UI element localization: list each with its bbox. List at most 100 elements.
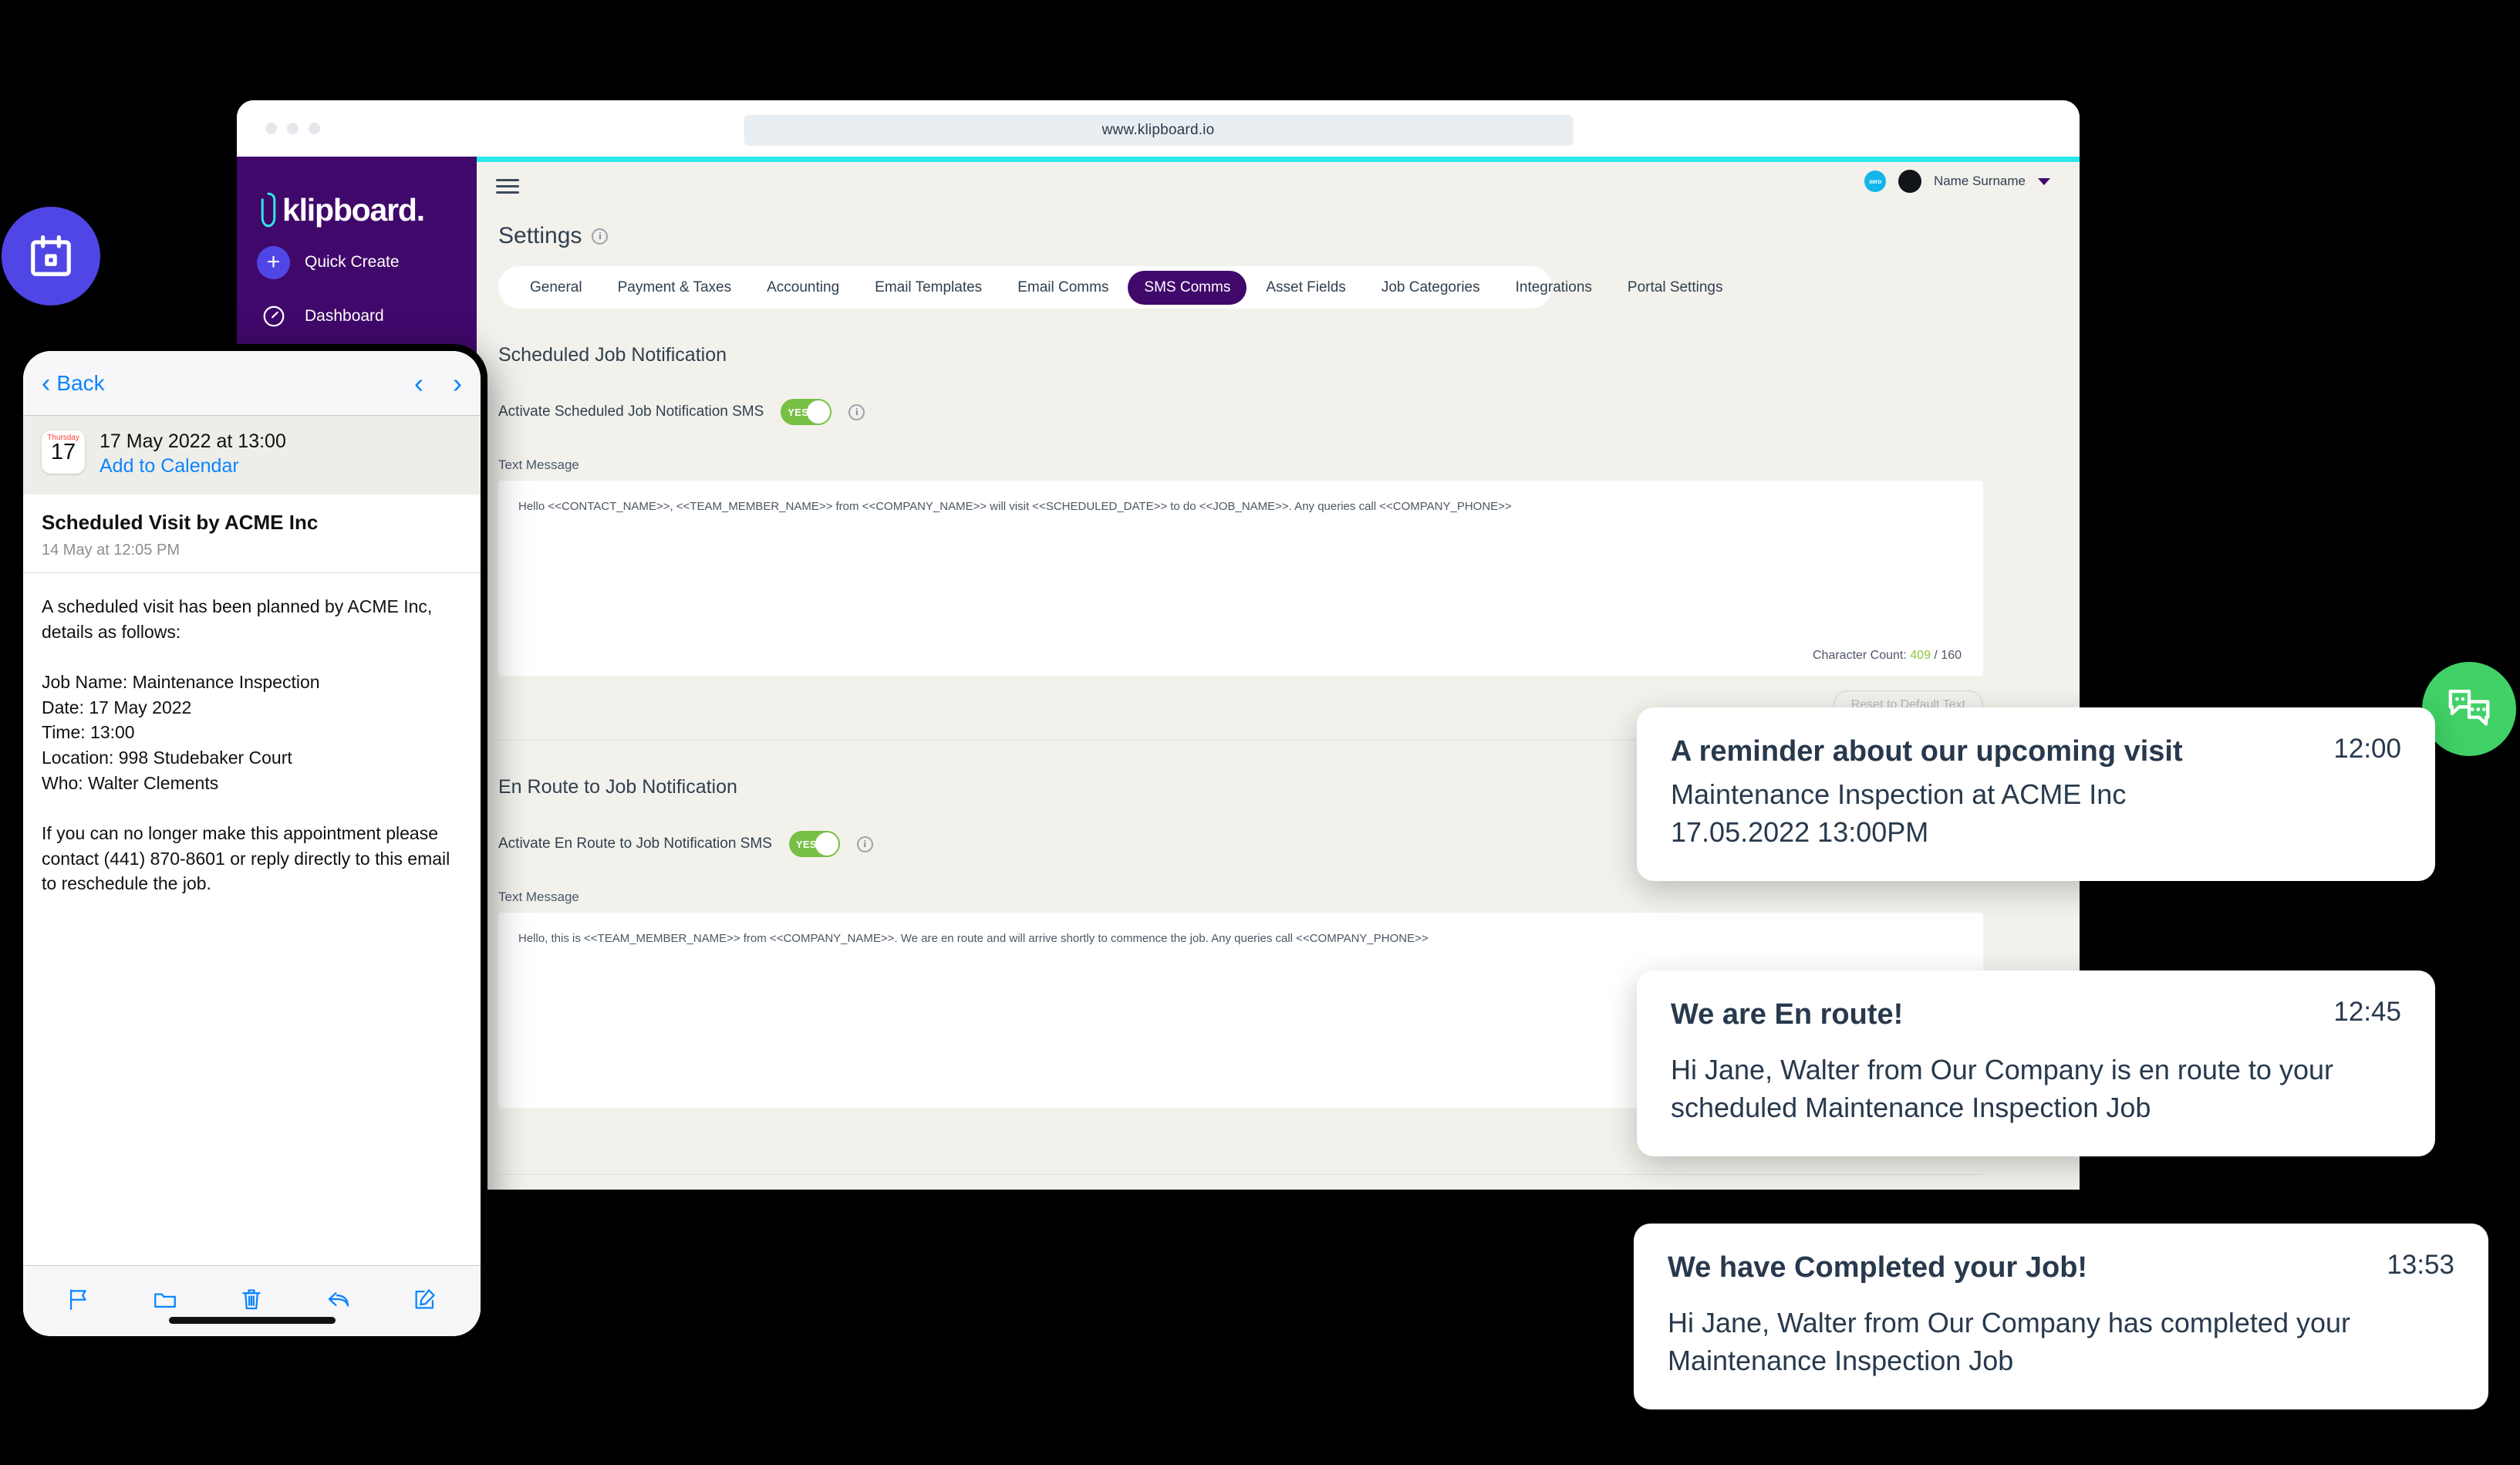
sms-card-time: 12:45: [2333, 997, 2401, 1027]
sms-card-time: 13:53: [2387, 1250, 2454, 1280]
tab-integrations[interactable]: Integrations: [1500, 271, 1608, 305]
brand-name: klipboard.: [282, 191, 425, 228]
tab-job-categories[interactable]: Job Categories: [1365, 271, 1496, 305]
screenshot-stage: www.klipboard.io klipboard. + Quick Crea…: [0, 0, 2520, 1465]
info-icon[interactable]: i: [856, 835, 873, 852]
chevron-left-icon[interactable]: ‹: [414, 369, 423, 397]
avatar[interactable]: [1898, 170, 1921, 193]
sms-notification-card[interactable]: A reminder about our upcoming visit 12:0…: [1637, 707, 2435, 881]
address-bar[interactable]: www.klipboard.io: [744, 115, 1573, 146]
phone-mockup: ‹ Back ‹ › Thursday 17 17 May 2022 at 13…: [16, 344, 487, 1343]
mail-subject: Scheduled Visit by ACME Inc: [42, 511, 319, 534]
gauge-icon: [257, 300, 290, 333]
hamburger-icon[interactable]: [496, 178, 519, 194]
sidebar-item-dashboard[interactable]: Dashboard: [237, 289, 477, 343]
phone-screen: ‹ Back ‹ › Thursday 17 17 May 2022 at 13…: [23, 351, 481, 1336]
reply-icon[interactable]: [326, 1286, 352, 1316]
sms-notification-card[interactable]: We are En route! 12:45 Hi Jane, Walter f…: [1637, 970, 2435, 1156]
tab-sms-comms[interactable]: SMS Comms: [1128, 270, 1247, 305]
enroute-sms-toggle[interactable]: YES: [788, 831, 840, 857]
char-count-limit: / 160: [1930, 649, 1962, 662]
app-topbar: xero Name Surname: [477, 162, 2080, 210]
scheduled-sms-toggle[interactable]: YES: [781, 399, 832, 425]
sms-card-body: Hi Jane, Walter from Our Company is en r…: [1671, 1053, 2333, 1124]
close-dot[interactable]: [265, 123, 277, 134]
info-icon[interactable]: i: [848, 403, 865, 420]
maximize-dot[interactable]: [309, 123, 320, 134]
xero-integration-icon[interactable]: xero: [1864, 170, 1886, 192]
sms-card-header: We have Completed your Job! 13:53: [1668, 1250, 2454, 1287]
toggle-state-label: YES: [795, 838, 817, 850]
plus-icon: +: [257, 245, 290, 279]
enroute-text-message-label: Text Message: [498, 889, 579, 904]
section-divider: [498, 1174, 1983, 1175]
settings-tabs: General Payment & Taxes Accounting Email…: [498, 266, 1722, 309]
char-count-value: 409: [1910, 649, 1931, 662]
compose-icon[interactable]: [412, 1286, 438, 1316]
toggle-knob: [815, 832, 838, 856]
scheduled-character-count: Character Count: 409 / 160: [1813, 649, 1962, 663]
chat-bubbles-icon: [2422, 662, 2516, 756]
folder-icon[interactable]: [152, 1286, 178, 1316]
tab-accounting[interactable]: Accounting: [751, 271, 855, 305]
scheduled-toggle-row: Activate Scheduled Job Notification SMS …: [498, 399, 2080, 425]
chevron-down-icon[interactable]: [2038, 177, 2050, 185]
tab-portal-settings[interactable]: Portal Settings: [1611, 271, 1739, 305]
tab-asset-fields[interactable]: Asset Fields: [1250, 271, 1361, 305]
page-title: Settings: [498, 223, 582, 248]
sidebar-item-label: Quick Create: [305, 253, 400, 271]
scheduled-text-message-input[interactable]: Hello <<CONTACT_NAME>>, <<TEAM_MEMBER_NA…: [498, 481, 1983, 676]
minimize-dot[interactable]: [287, 123, 299, 134]
sms-card-header: A reminder about our upcoming visit 12:0…: [1671, 734, 2401, 771]
sidebar-item-label: Dashboard: [305, 307, 384, 325]
calendar-date-icon: Thursday 17: [42, 430, 85, 474]
chevron-right-icon[interactable]: ›: [453, 369, 462, 397]
sms-card-header: We are En route! 12:45: [1671, 997, 2401, 1034]
tab-email-templates[interactable]: Email Templates: [859, 271, 998, 305]
section-heading-scheduled: Scheduled Job Notification: [498, 344, 727, 366]
calendar-day: 17: [50, 440, 76, 464]
enroute-toggle-label: Activate En Route to Job Notification SM…: [498, 835, 772, 852]
mail-nav-pager: ‹ ›: [414, 369, 462, 397]
toggle-knob: [807, 400, 831, 424]
enroute-message-value: Hello, this is <<TEAM_MEMBER_NAME>> from…: [518, 932, 1429, 945]
browser-chrome: www.klipboard.io: [237, 100, 2080, 157]
back-button[interactable]: ‹ Back: [42, 370, 105, 397]
event-datetime: 17 May 2022 at 13:00: [100, 430, 286, 452]
back-label: Back: [56, 370, 105, 395]
window-controls[interactable]: [265, 123, 320, 134]
sms-card-title: We are En route!: [1671, 998, 1904, 1031]
info-icon[interactable]: i: [592, 228, 609, 245]
brand-logo[interactable]: klipboard.: [237, 178, 477, 235]
char-count-prefix: Character Count:: [1812, 649, 1911, 662]
toggle-state-label: YES: [788, 406, 809, 418]
tab-email-comms[interactable]: Email Comms: [1001, 271, 1125, 305]
trash-icon[interactable]: [238, 1286, 265, 1316]
user-name: Name Surname: [1933, 174, 2026, 188]
sms-card-body: Hi Jane, Walter from Our Company has com…: [1668, 1306, 2351, 1377]
scheduled-message-value: Hello <<CONTACT_NAME>>, <<TEAM_MEMBER_NA…: [518, 500, 1512, 513]
mail-navbar: ‹ Back ‹ ›: [23, 351, 481, 416]
mail-header: Scheduled Visit by ACME Inc 14 May at 12…: [23, 495, 481, 573]
scheduled-text-message-label: Text Message: [498, 457, 579, 472]
tab-payment-taxes[interactable]: Payment & Taxes: [602, 271, 748, 305]
sidebar-item-quick-create[interactable]: + Quick Create: [237, 235, 477, 289]
sms-card-title: A reminder about our upcoming visit: [1671, 735, 2183, 768]
scheduled-toggle-label: Activate Scheduled Job Notification SMS: [498, 403, 764, 420]
sms-card-body: Maintenance Inspection at ACME Inc 17.05…: [1671, 778, 2127, 849]
chevron-left-icon: ‹: [42, 368, 51, 398]
page-title-row: Settings i: [498, 223, 2080, 249]
calendar-event-text: 17 May 2022 at 13:00 Add to Calendar: [100, 430, 286, 478]
address-bar-url: www.klipboard.io: [1101, 122, 1215, 138]
mail-received-date: 14 May at 12:05 PM: [42, 542, 180, 559]
sms-notification-card[interactable]: We have Completed your Job! 13:53 Hi Jan…: [1634, 1224, 2488, 1409]
mail-toolbar: [23, 1265, 481, 1336]
home-indicator: [168, 1317, 336, 1324]
flag-icon[interactable]: [66, 1286, 92, 1316]
add-to-calendar-link[interactable]: Add to Calendar: [100, 455, 286, 478]
tab-general[interactable]: General: [514, 271, 599, 305]
topbar-right: xero Name Surname: [1864, 170, 2050, 193]
mail-body: A scheduled visit has been planned by AC…: [42, 596, 450, 894]
calendar-icon: [2, 207, 100, 305]
calendar-event-banner: Thursday 17 17 May 2022 at 13:00 Add to …: [23, 416, 481, 495]
